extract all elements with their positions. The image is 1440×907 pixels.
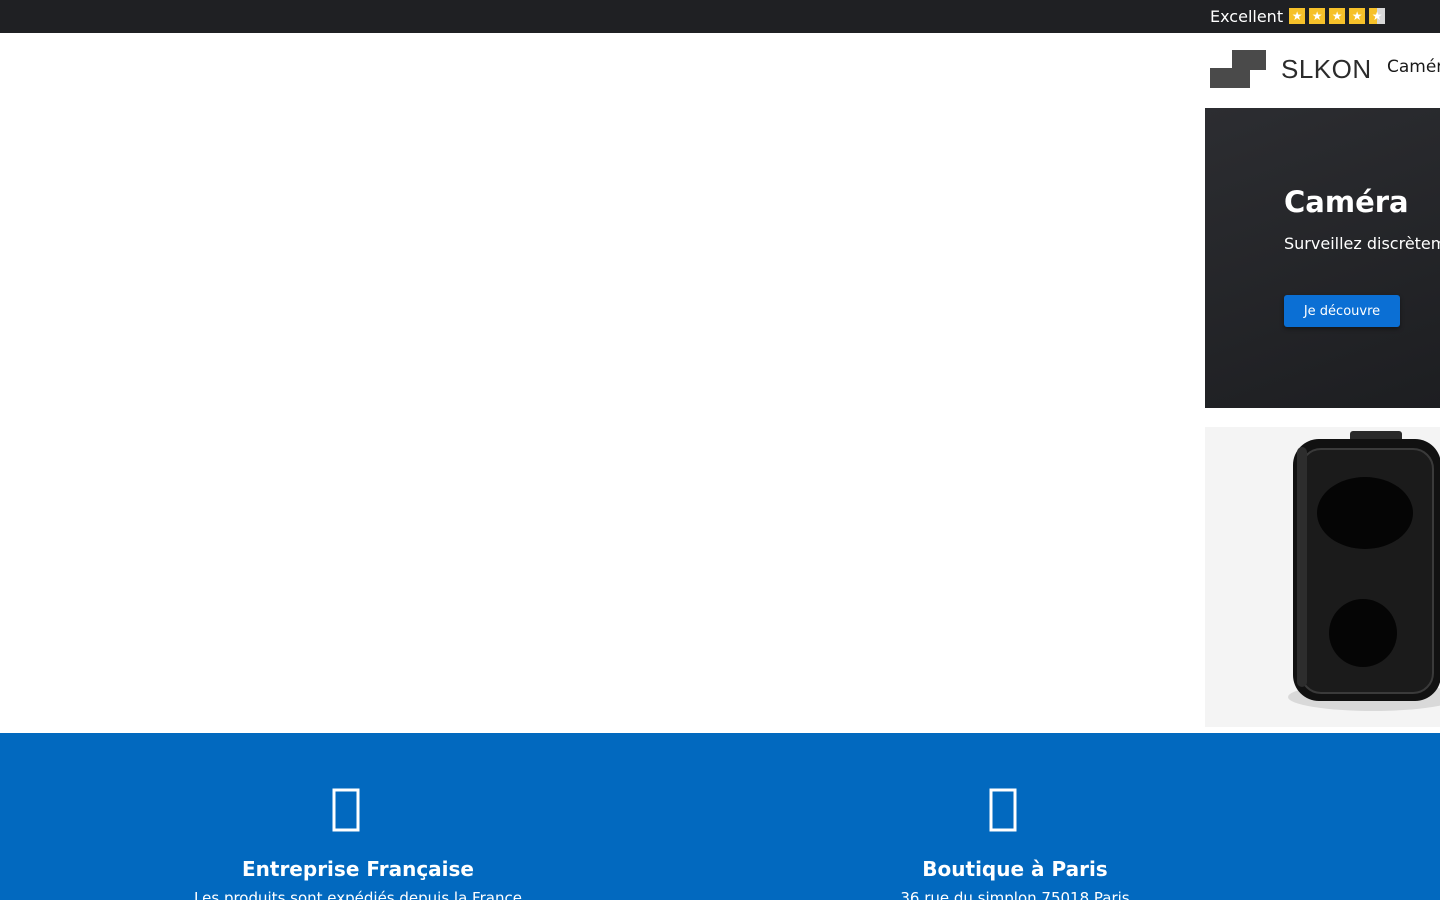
half-star-icon: ★: [1369, 8, 1386, 24]
feature-french-company: Entreprise Française Les produits sont e…: [108, 733, 608, 907]
hero-subtitle: Surveillez discrètement: [1284, 234, 1440, 253]
star-icon: ★: [1349, 8, 1366, 24]
feature-paris-store: Boutique à Paris 36 rue du simplon 75018…: [765, 733, 1265, 907]
hero-title: Caméra: [1284, 185, 1409, 219]
logo-icon[interactable]: [1210, 50, 1266, 88]
hero-banner: Caméra Surveillez discrètement Je découv…: [1205, 108, 1440, 408]
feature-title: Entreprise Française: [241, 857, 474, 881]
features-banner: Entreprise Française Les produits sont e…: [0, 733, 1440, 907]
rating-stars: ★ ★ ★ ★ ★: [1289, 8, 1386, 24]
missing-glyph-icon: [332, 788, 360, 832]
nav-item-cameras[interactable]: Caméras: [1387, 57, 1440, 77]
camera-device-image: [1205, 427, 1440, 727]
top-bar: Excellent ★ ★ ★ ★ ★: [0, 0, 1440, 33]
feature-title: Boutique à Paris: [922, 857, 1108, 881]
feature-text: 36 rue du simplon 75018 Paris: [900, 889, 1130, 907]
discover-button[interactable]: Je découvre: [1284, 295, 1400, 327]
star-icon: ★: [1329, 8, 1346, 24]
star-icon: ★: [1309, 8, 1326, 24]
site-header: SLKON Caméras: [1205, 33, 1440, 108]
brand-name[interactable]: SLKON: [1281, 54, 1372, 85]
product-image[interactable]: [1205, 427, 1440, 727]
missing-glyph-icon: [989, 788, 1017, 832]
rating-label: Excellent: [1210, 6, 1284, 26]
feature-text: Les produits sont expédiés depuis la Fra…: [194, 889, 522, 907]
star-icon: ★: [1289, 8, 1306, 24]
trust-rating[interactable]: Excellent ★ ★ ★ ★ ★: [1210, 6, 1386, 26]
